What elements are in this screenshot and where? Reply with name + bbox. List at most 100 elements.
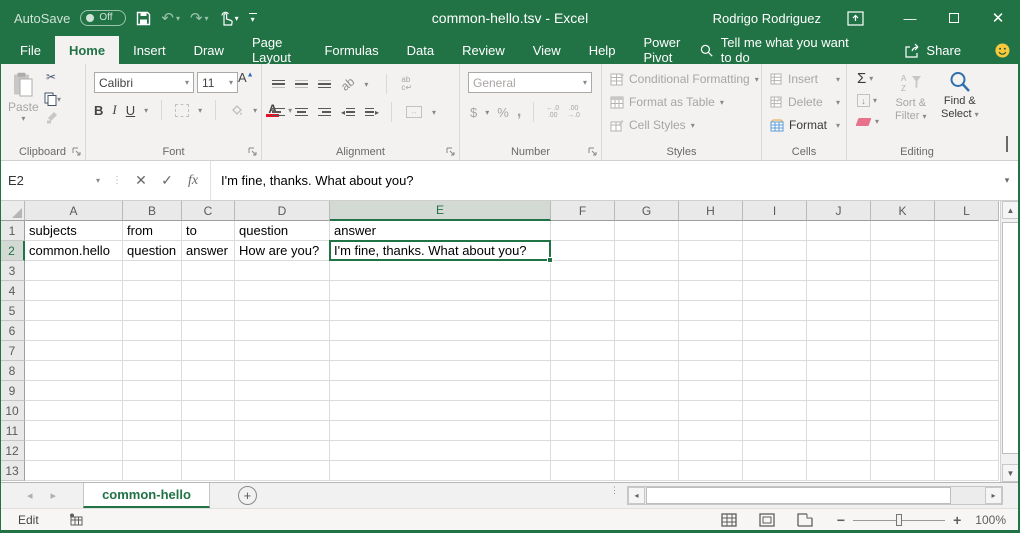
cancel-entry-button[interactable]: ✕ [128,172,154,189]
cell-G2[interactable] [615,241,679,261]
cell-J9[interactable] [807,381,871,401]
cell-E1[interactable]: answer [330,221,551,241]
cell-D5[interactable] [235,301,330,321]
underline-dropdown-icon[interactable]: ▾ [144,106,148,115]
cell-B4[interactable] [123,281,182,301]
cell-F6[interactable] [551,321,615,341]
bold-button[interactable]: B [94,103,103,118]
close-button[interactable]: ✕ [976,0,1020,36]
cell-F11[interactable] [551,421,615,441]
cell-E8[interactable] [330,361,551,381]
row-header-5[interactable]: 5 [0,301,25,321]
undo-button[interactable]: ↶▾ [161,9,180,27]
cell-D11[interactable] [235,421,330,441]
zoom-slider[interactable] [853,513,945,527]
cell-J4[interactable] [807,281,871,301]
decrease-decimal-button[interactable]: .00→.0 [567,105,580,119]
user-name[interactable]: Rodrigo Rodriguez [713,11,821,26]
fill-color-button[interactable] [229,104,244,117]
paste-dropdown-icon[interactable]: ▾ [21,114,25,123]
ribbon-tab-review[interactable]: Review [448,36,519,64]
cell-F9[interactable] [551,381,615,401]
zoom-slider-thumb[interactable] [896,514,902,526]
cell-K1[interactable] [871,221,935,241]
cell-F8[interactable] [551,361,615,381]
ribbon-tab-home[interactable]: Home [55,36,119,64]
number-dialog-launcher[interactable] [588,147,598,157]
column-header-C[interactable]: C [182,201,235,221]
cell-B8[interactable] [123,361,182,381]
cell-C4[interactable] [182,281,235,301]
row-header-11[interactable]: 11 [0,421,25,441]
cell-G9[interactable] [615,381,679,401]
percent-format-button[interactable]: % [497,105,509,120]
format-painter-button[interactable] [46,111,59,124]
cell-D6[interactable] [235,321,330,341]
decrease-indent-button[interactable]: ◂ [341,108,355,117]
ribbon-tab-view[interactable]: View [519,36,575,64]
cell-K5[interactable] [871,301,935,321]
macro-record-button[interactable] [69,513,83,526]
merge-center-dropdown-icon[interactable]: ▾ [432,108,436,117]
cell-J12[interactable] [807,441,871,461]
cell-H2[interactable] [679,241,743,261]
vertical-scrollbar[interactable]: ▲ ▼ [1000,201,1020,482]
cell-B7[interactable] [123,341,182,361]
row-header-7[interactable]: 7 [0,341,25,361]
cell-C5[interactable] [182,301,235,321]
column-header-E[interactable]: E [330,201,551,221]
cell-A2[interactable]: common.hello [25,241,123,261]
underline-button[interactable]: U [126,103,135,118]
cell-H8[interactable] [679,361,743,381]
cell-E5[interactable] [330,301,551,321]
new-sheet-button[interactable]: + [238,486,257,505]
column-header-D[interactable]: D [235,201,330,221]
cell-A7[interactable] [25,341,123,361]
cell-G13[interactable] [615,461,679,481]
cell-H6[interactable] [679,321,743,341]
align-center-button[interactable] [295,108,308,117]
cell-E13[interactable] [330,461,551,481]
cell-B10[interactable] [123,401,182,421]
feedback-smiley-icon[interactable] [995,42,1010,59]
cell-C2[interactable]: answer [182,241,235,261]
cell-C12[interactable] [182,441,235,461]
currency-dropdown-icon[interactable]: ▾ [485,108,489,117]
cell-I9[interactable] [743,381,807,401]
zoom-level[interactable]: 100% [975,513,1006,527]
grow-font-button[interactable]: A▲ [238,70,254,85]
cell-C7[interactable] [182,341,235,361]
cell-F13[interactable] [551,461,615,481]
cell-G7[interactable] [615,341,679,361]
ribbon-tab-draw[interactable]: Draw [180,36,238,64]
cell-J8[interactable] [807,361,871,381]
cell-K6[interactable] [871,321,935,341]
cell-D3[interactable] [235,261,330,281]
cell-K8[interactable] [871,361,935,381]
tab-scroll-divider[interactable]: ⋮ [610,488,619,493]
cell-I10[interactable] [743,401,807,421]
cell-J7[interactable] [807,341,871,361]
orientation-button[interactable]: ab [338,74,357,93]
formula-input[interactable]: I'm fine, thanks. What about you? [210,161,994,200]
cell-D13[interactable] [235,461,330,481]
cell-L11[interactable] [935,421,999,441]
copy-button[interactable]: ▾ [44,92,61,106]
cell-L8[interactable] [935,361,999,381]
cell-D7[interactable] [235,341,330,361]
fill-color-dropdown-icon[interactable]: ▾ [253,106,257,115]
cell-E12[interactable] [330,441,551,461]
cell-E10[interactable] [330,401,551,421]
ribbon-tab-data[interactable]: Data [393,36,448,64]
autosum-dropdown-icon[interactable]: ▾ [869,74,873,83]
cell-L2[interactable] [935,241,999,261]
cell-C1[interactable]: to [182,221,235,241]
cell-C13[interactable] [182,461,235,481]
cell-B9[interactable] [123,381,182,401]
cell-C3[interactable] [182,261,235,281]
cell-F7[interactable] [551,341,615,361]
sheet-tab-active[interactable]: common-hello [83,483,210,508]
autosum-button[interactable]: Σ ▾ [857,70,873,87]
cell-H4[interactable] [679,281,743,301]
cell-I11[interactable] [743,421,807,441]
